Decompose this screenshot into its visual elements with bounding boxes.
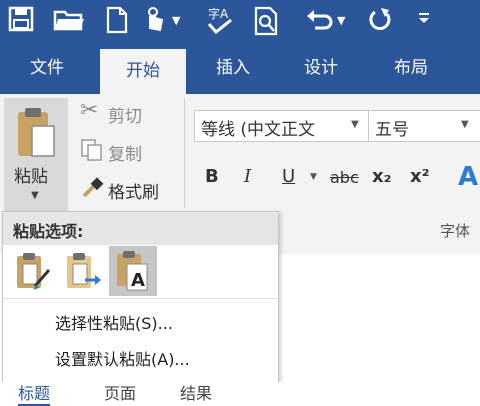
paste-label: 粘贴 [14,167,48,187]
undo-icon[interactable] [304,6,334,36]
font-family-combobox[interactable]: 等线 (中文正文 ▼ [194,110,370,142]
tab-results[interactable]: 结果 [180,380,212,404]
font-size-value: 五号 [375,120,409,140]
cut-button[interactable]: ✂ 剪切 [80,98,180,128]
superscript-button[interactable]: x² [410,166,430,187]
paste-options-header: 粘贴选项: [3,212,278,245]
navigation-pane-tabs: 标题 页面 结果 [0,380,480,406]
scissors-icon: ✂ [80,98,99,123]
touch-mode-icon[interactable] [140,6,170,36]
paste-button[interactable]: 粘贴 ▼ [4,98,68,212]
clipboard-icon [14,106,56,160]
subscript-button[interactable]: x₂ [372,166,392,187]
menu-divider [3,298,278,299]
format-painter-button[interactable]: 格式刷 [80,174,180,204]
tab-pages[interactable]: 页面 [104,380,136,404]
bold-button[interactable]: B [205,166,219,187]
svg-text:字A: 字A [208,6,229,21]
merge-formatting-icon[interactable] [61,250,105,294]
svg-text:A: A [131,270,145,291]
tab-insert[interactable]: 插入 [196,43,270,94]
chevron-down-icon[interactable]: ▼ [31,190,39,201]
chevron-down-icon[interactable]: ▼ [172,8,182,34]
keep-source-formatting-icon[interactable] [11,250,55,294]
undo-dropdown-icon[interactable]: ▼ [337,8,347,34]
tab-layout[interactable]: 布局 [372,43,450,94]
new-document-icon[interactable] [104,6,130,36]
paintbrush-icon [80,176,104,200]
ribbon-tabs: 文件 开始 插入 设计 布局 [0,43,480,94]
open-folder-icon[interactable] [52,6,86,36]
italic-button[interactable]: I [244,166,251,187]
copy-button[interactable]: 复制 [80,136,180,166]
tab-home[interactable]: 开始 [100,49,186,94]
font-size-combobox[interactable]: 五号 ▼ [368,110,480,142]
print-preview-icon[interactable] [252,6,280,36]
tab-headings[interactable]: 标题 [18,380,51,406]
text-effects-icon[interactable]: A [458,162,478,192]
tab-file[interactable]: 文件 [6,43,88,94]
format-painter-label: 格式刷 [108,183,159,203]
set-default-paste-menu-item[interactable]: 设置默认粘贴(A)... [55,346,190,370]
underline-button[interactable]: U [282,166,295,187]
paste-options-title: 粘贴选项: [13,222,84,241]
quick-access-toolbar: ▼ 字A ▼ [0,0,480,43]
group-divider [184,98,185,208]
copy-label: 复制 [108,145,142,165]
paste-options-menu: 粘贴选项: A 选择性粘贴(S)... 设置默认粘贴(A)... [2,211,279,389]
keep-text-only-icon[interactable]: A [109,246,157,296]
cut-label: 剪切 [108,107,142,127]
save-icon[interactable] [6,6,36,36]
underline-dropdown-icon[interactable]: ▼ [310,172,317,182]
chevron-down-icon[interactable]: ▼ [461,119,469,130]
chevron-down-icon[interactable]: ▼ [351,119,359,130]
strikethrough-button[interactable]: abc [330,168,359,187]
customize-icon[interactable] [418,8,432,34]
redo-icon[interactable] [366,6,396,36]
spelling-icon[interactable]: 字A [204,6,238,36]
paste-special-menu-item[interactable]: 选择性粘贴(S)... [55,310,173,334]
tab-design[interactable]: 设计 [282,43,360,94]
font-family-value: 等线 (中文正文 [201,120,316,140]
copy-icon [80,138,104,162]
font-group-label: 字体 [440,222,471,240]
